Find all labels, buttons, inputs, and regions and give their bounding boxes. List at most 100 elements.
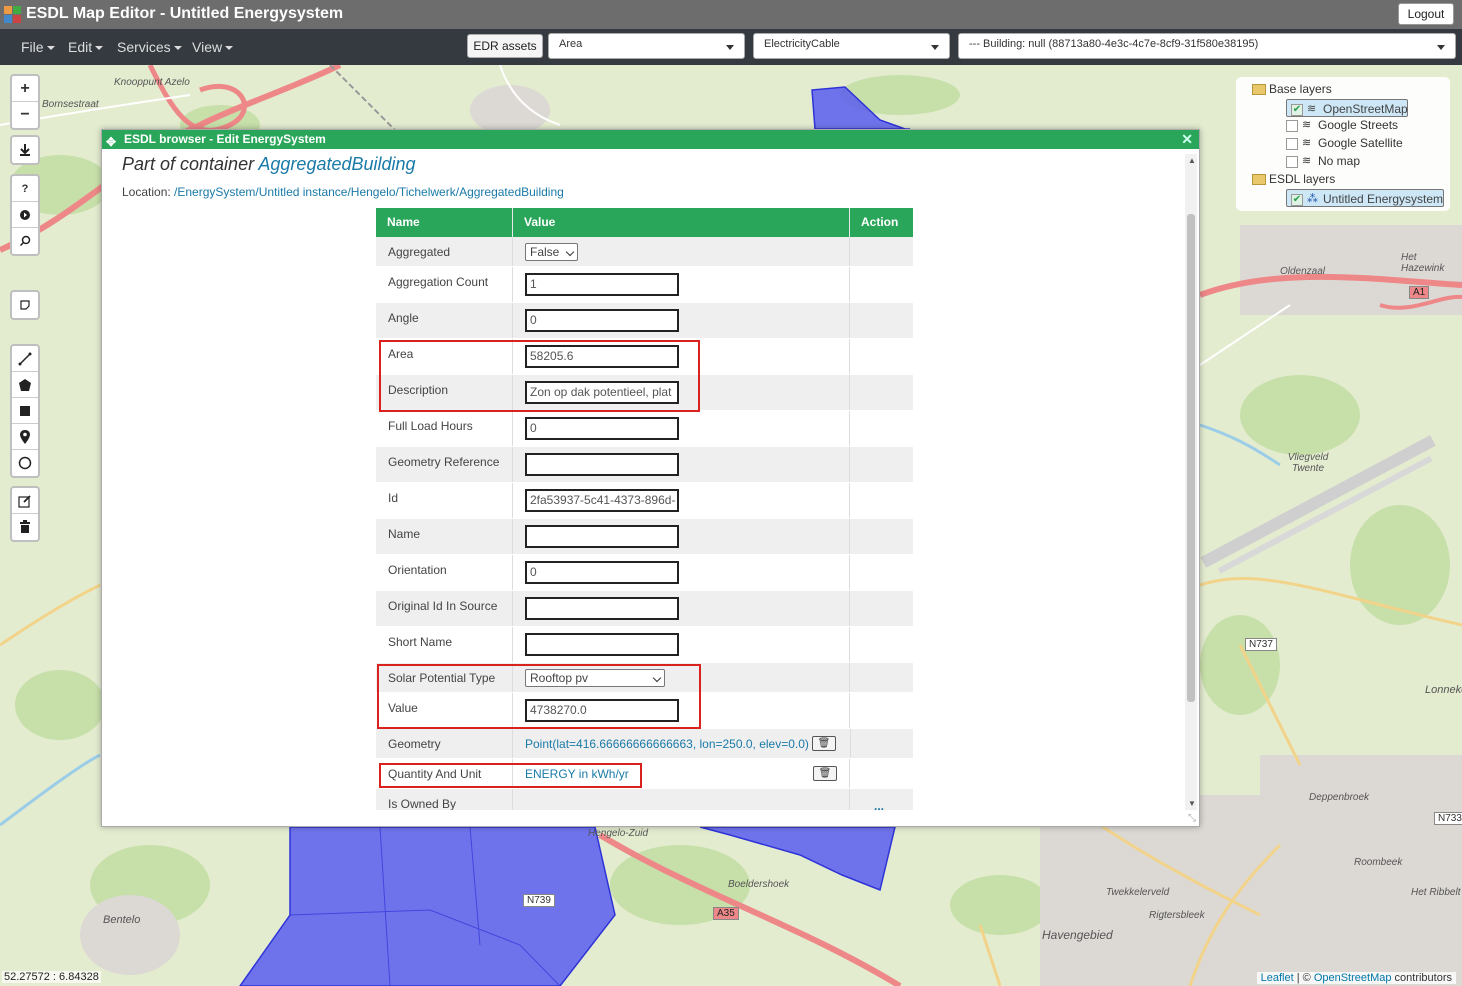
row-label: Is Owned By	[376, 789, 513, 810]
app-logo-icon	[4, 6, 21, 23]
container-link[interactable]: AggregatedBuilding	[258, 154, 415, 174]
menu-edit[interactable]: Edit	[68, 39, 104, 55]
layers-icon: ≋	[1302, 137, 1312, 150]
name-input[interactable]	[525, 525, 679, 548]
search-icon[interactable]	[12, 228, 38, 254]
row-full-load-hours: Full Load Hours 0	[376, 411, 913, 447]
building-select[interactable]: --- Building: null (88713a80-4e3c-4c7e-8…	[958, 33, 1456, 59]
row-aggregation-count: Aggregation Count 1	[376, 267, 913, 303]
orientation-input[interactable]: 0	[525, 561, 679, 584]
delete-geometry-trash-icon[interactable]: 🗑	[812, 736, 836, 751]
owned-by-more-button[interactable]: ...	[874, 799, 884, 810]
draw-control	[10, 344, 40, 478]
menu-file[interactable]: File	[21, 39, 55, 55]
info-control: ?	[10, 174, 40, 256]
dialog-body: Part of container AggregatedBuilding Loc…	[102, 149, 1186, 825]
type-select-value: Area	[559, 38, 583, 50]
checkbox-icon[interactable]	[1286, 137, 1298, 150]
layer-label: OpenStreetMap	[1323, 102, 1408, 116]
edit-layers-icon[interactable]	[12, 488, 38, 514]
checkbox-icon[interactable]	[1286, 155, 1298, 168]
scrollbar-thumb[interactable]	[1187, 214, 1195, 702]
draw-circle-icon[interactable]	[12, 450, 38, 476]
zoom-in-button[interactable]: +	[12, 76, 38, 102]
layer-label: Untitled Energysystem	[1323, 192, 1444, 206]
aggregated-select[interactable]: False	[525, 243, 578, 261]
note-control	[10, 290, 40, 320]
original-id-input[interactable]	[525, 597, 679, 620]
close-icon[interactable]: ✕	[1181, 130, 1193, 148]
dialog-title: ESDL browser - Edit EnergySystem	[124, 132, 326, 146]
location-link[interactable]: /EnergySystem/Untitled instance/Hengelo/…	[174, 185, 564, 199]
scroll-down-icon[interactable]: ▼	[1188, 799, 1196, 808]
geometry-reference-input[interactable]	[525, 453, 679, 476]
layer-google-streets[interactable]: ≋ Google Streets	[1286, 117, 1398, 134]
id-input[interactable]: 2fa53937-5c41-4373-896d-	[525, 489, 679, 512]
asset-select[interactable]: ElectricityCable	[753, 33, 950, 59]
layer-label: Google Satellite	[1318, 136, 1403, 150]
layer-untitled-energysystem[interactable]: ✔ ⁂ Untitled Energysystem	[1286, 189, 1444, 207]
chevron-down-icon	[46, 46, 55, 51]
container-prefix: Part of container	[122, 154, 259, 174]
chevron-down-icon	[225, 46, 234, 51]
layer-google-satellite[interactable]: ≋ Google Satellite	[1286, 135, 1403, 152]
checkbox-checked-icon[interactable]: ✔	[1291, 193, 1303, 206]
type-select[interactable]: Area	[548, 33, 745, 59]
network-icon: ⁂	[1307, 193, 1318, 206]
openstreetmap-link[interactable]: OpenStreetMap	[1314, 972, 1392, 984]
edr-assets-button[interactable]: EDR assets	[467, 34, 543, 58]
full-load-hours-input[interactable]: 0	[525, 417, 679, 440]
esdl-layers-group[interactable]: ESDL layers	[1252, 171, 1335, 188]
dialog-header[interactable]: ✥ ESDL browser - Edit EnergySystem ✕	[102, 130, 1199, 149]
map-attribution: Leaflet | © OpenStreetMap contributors	[1256, 972, 1456, 984]
download-icon[interactable]	[12, 137, 38, 163]
geometry-link[interactable]: Point(lat=416.66666666666663, lon=250.0,…	[525, 737, 809, 751]
layer-openstreetmap[interactable]: ✔ ≋ OpenStreetMap	[1286, 99, 1408, 117]
map-label-roombeek: Roombeek	[1354, 857, 1403, 868]
zoom-out-button[interactable]: −	[12, 102, 38, 128]
scroll-up-icon[interactable]: ▲	[1188, 156, 1196, 165]
delete-layers-icon[interactable]	[12, 514, 38, 540]
menu-bar: File Edit Services View EDR assets Area …	[0, 29, 1462, 65]
map-label-bentelo: Bentelo	[103, 914, 141, 926]
esdl-layers-title: ESDL layers	[1269, 172, 1336, 186]
resize-handle-icon[interactable]: ⤡	[1188, 813, 1196, 824]
checkbox-icon[interactable]	[1286, 119, 1298, 132]
short-name-input[interactable]	[525, 633, 679, 656]
map-label-vliegveld: Vliegveld Twente	[1287, 452, 1329, 474]
draw-polygon-icon[interactable]	[12, 372, 38, 398]
chevron-down-icon	[931, 45, 939, 50]
row-short-name: Short Name	[376, 627, 913, 663]
draw-rectangle-icon[interactable]	[12, 398, 38, 424]
row-label: Aggregation Count	[376, 267, 513, 302]
row-label: Original Id In Source	[376, 591, 513, 626]
menu-services[interactable]: Services	[117, 39, 182, 55]
draw-marker-icon[interactable]	[12, 424, 38, 450]
app-title: ESDL Map Editor - Untitled Energysystem	[26, 5, 344, 22]
attributes-table: Name Value Action Aggregated False Aggre…	[376, 208, 913, 811]
row-label: Aggregated	[376, 237, 513, 266]
play-icon[interactable]	[12, 202, 38, 228]
folder-icon	[1252, 84, 1266, 96]
highlight-solar-value	[377, 664, 701, 729]
map-label-hengelo-zuid: Hengelo-Zuid	[588, 828, 649, 839]
checkbox-checked-icon[interactable]: ✔	[1291, 103, 1303, 116]
angle-input[interactable]: 0	[525, 309, 679, 332]
delete-quantity-trash-icon[interactable]: 🗑	[813, 766, 837, 781]
title-bar: ESDL Map Editor - Untitled Energysystem …	[0, 0, 1462, 29]
draw-line-icon[interactable]	[12, 346, 38, 372]
dialog-scrollbar[interactable]: ▲ ▼	[1185, 154, 1197, 810]
layers-icon: ≋	[1302, 155, 1312, 168]
aggregation-count-input[interactable]: 1	[525, 273, 679, 296]
building-select-value: --- Building: null (88713a80-4e3c-4c7e-8…	[969, 38, 1259, 50]
menu-view[interactable]: View	[192, 39, 234, 55]
base-layers-group[interactable]: Base layers	[1252, 81, 1332, 98]
note-icon[interactable]	[12, 292, 38, 318]
layer-no-map[interactable]: ≋ No map	[1286, 153, 1360, 170]
map-label-lonneker: Lonneker	[1425, 684, 1462, 696]
highlight-area-description	[379, 340, 700, 412]
leaflet-link[interactable]: Leaflet	[1261, 972, 1294, 984]
logout-button[interactable]: Logout	[1398, 3, 1454, 25]
help-button[interactable]: ?	[12, 176, 38, 202]
folder-icon	[1252, 174, 1266, 186]
